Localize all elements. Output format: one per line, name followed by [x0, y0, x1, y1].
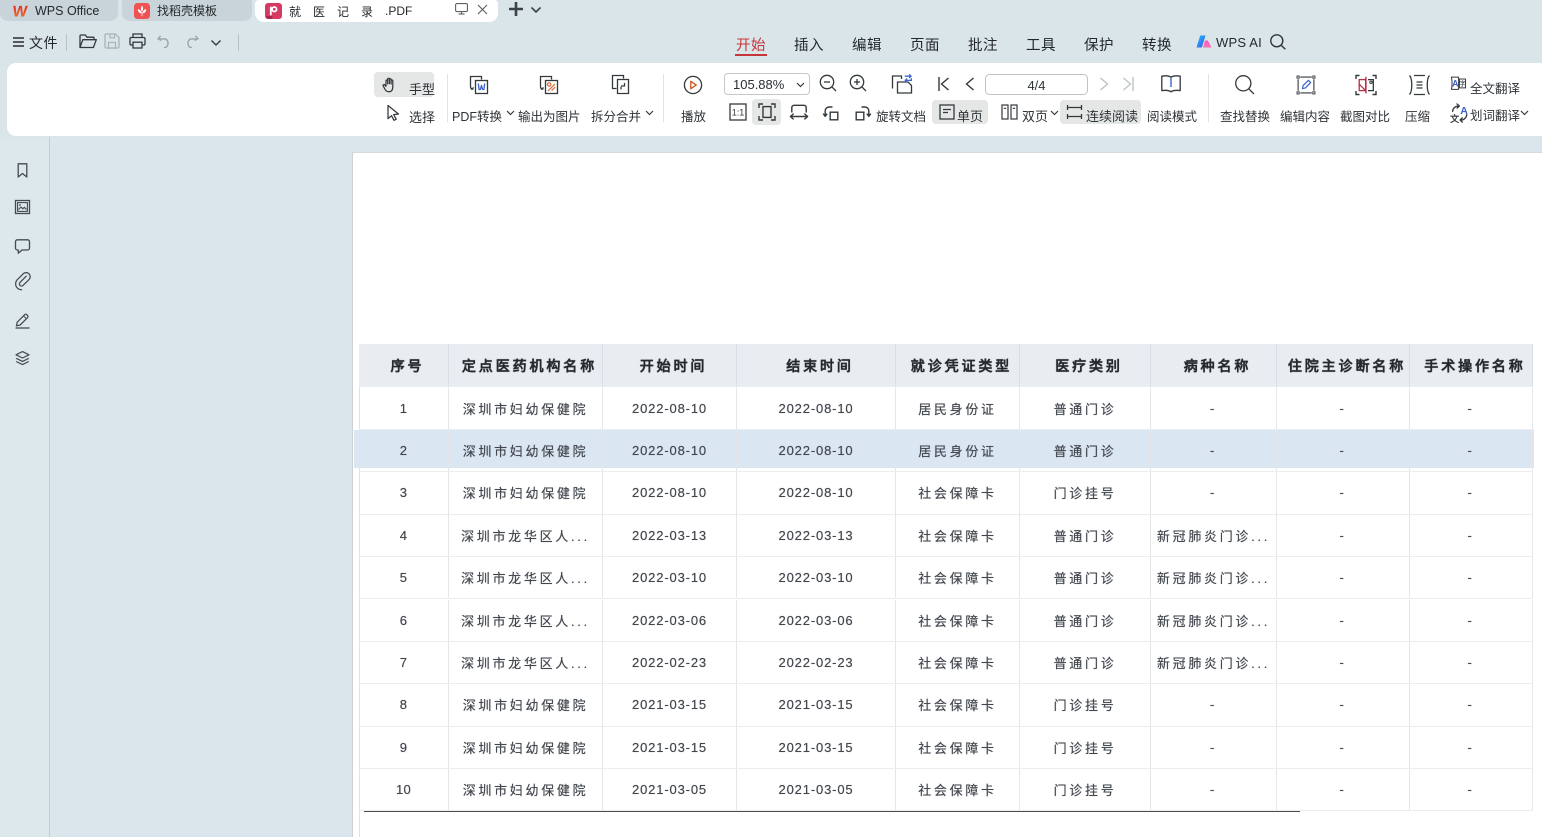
svg-text:A: A	[1460, 105, 1468, 117]
svg-text:字: 字	[1459, 79, 1466, 88]
svg-text:A: A	[1452, 78, 1459, 88]
svg-text:1:1: 1:1	[732, 108, 745, 118]
svg-text:文: 文	[1450, 113, 1460, 123]
svg-text:W: W	[12, 4, 28, 17]
